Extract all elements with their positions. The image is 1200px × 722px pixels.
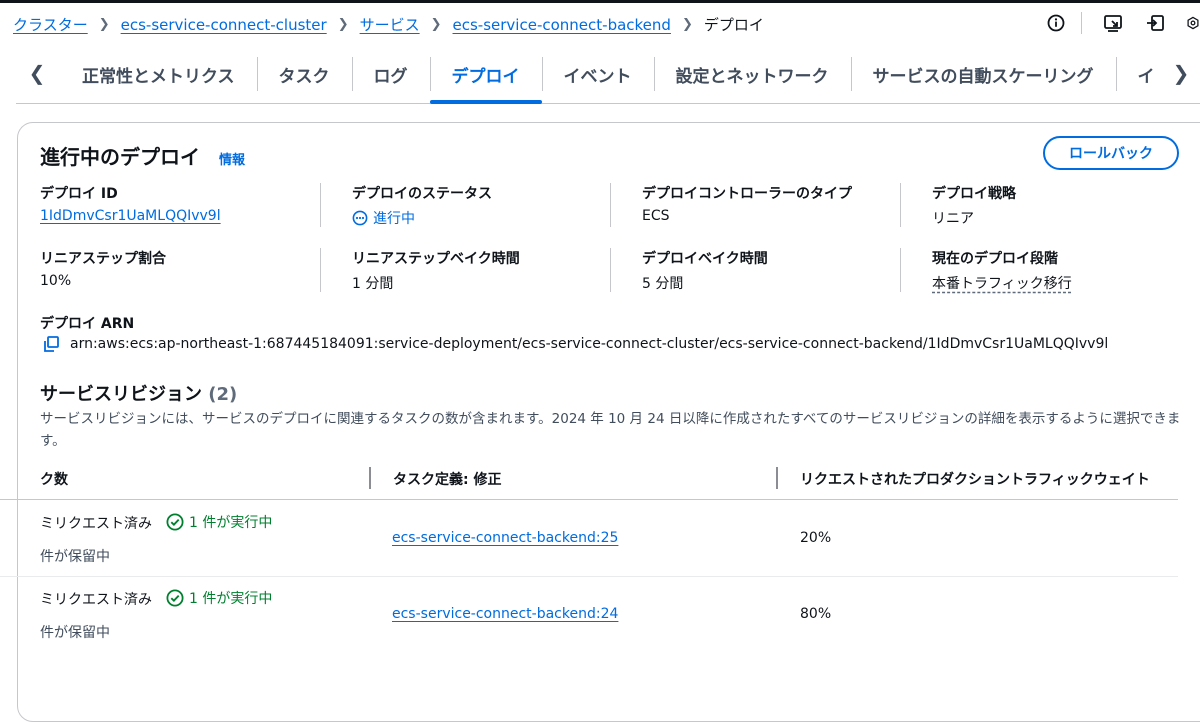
status-value: 進行中: [352, 208, 492, 228]
chevron-right-icon: ❯: [430, 17, 442, 32]
divider: [320, 183, 321, 227]
export-icon[interactable]: [1144, 12, 1166, 34]
task-def-link[interactable]: ecs-service-connect-backend:24: [392, 606, 618, 622]
screenshot-icon[interactable]: [1102, 12, 1124, 34]
top-icon-group: [1025, 12, 1200, 34]
info-icon[interactable]: [1045, 12, 1067, 34]
field-linear-step: リニアステップ割合 10%: [40, 248, 166, 289]
column-header-traffic-weight: リクエストされたプロダクショントラフィックウェイト: [800, 472, 1150, 488]
tab-more[interactable]: イ: [1115, 46, 1159, 103]
breadcrumb-clusters[interactable]: クラスター: [13, 14, 88, 35]
panel-title: 進行中のデプロイ: [40, 145, 200, 169]
field-label: リニアステップベイク時間: [352, 251, 520, 267]
divider: [1081, 12, 1082, 34]
tab-logs[interactable]: ログ: [351, 46, 430, 103]
breadcrumb-service[interactable]: ecs-service-connect-backend: [453, 16, 671, 34]
current-stage-value[interactable]: 本番トラフィック移行: [932, 273, 1072, 293]
divider: [320, 248, 321, 292]
chevron-left-icon[interactable]: ❮: [22, 58, 52, 88]
breadcrumb-services[interactable]: サービス: [360, 14, 420, 35]
row-divider: [0, 576, 1178, 577]
table-row-requested: ミリクエスト済み: [40, 592, 152, 608]
field-linear-bake: リニアステップベイク時間 1 分間: [352, 248, 520, 293]
arn-row: arn:aws:ecs:ap-northeast-1:687445184091:…: [42, 335, 1108, 353]
tab-deployments[interactable]: デプロイ: [429, 46, 542, 104]
field-label: デプロイ戦略: [932, 186, 1016, 202]
revisions-description: サービスリビジョンには、サービスのデプロイに関連するタスクの数が含まれます。20…: [40, 411, 1181, 449]
field-label: デプロイのステータス: [352, 186, 492, 202]
deployment-panel: 進行中のデプロイ 情報 ロールバック デプロイ ID 1IdDmvCsr1UaM…: [17, 122, 1200, 722]
tab-health-metrics[interactable]: 正常性とメトリクス: [60, 46, 257, 103]
divider: [610, 183, 611, 227]
arn-value: arn:aws:ecs:ap-northeast-1:687445184091:…: [70, 336, 1109, 352]
field-controller-type: デプロイコントローラーのタイプ ECS: [642, 183, 852, 224]
field-arn: デプロイ ARN: [40, 313, 134, 333]
field-label: 現在のデプロイ段階: [932, 251, 1058, 267]
revisions-title: サービスリビジョン: [40, 384, 202, 405]
rollback-button[interactable]: ロールバック: [1043, 136, 1179, 170]
field-label: デプロイベイク時間: [642, 251, 768, 267]
tab-autoscaling[interactable]: サービスの自動スケーリング: [850, 46, 1116, 103]
deploy-id-link[interactable]: 1IdDmvCsr1UaMLQQIvv9l: [40, 208, 221, 224]
divider: [900, 248, 901, 292]
chevron-right-icon: ❯: [337, 17, 349, 32]
check-circle-icon: [166, 513, 184, 531]
field-strategy: デプロイ戦略 リニア: [932, 183, 1016, 228]
chevron-right-icon[interactable]: ❯: [1166, 58, 1196, 88]
field-value: ECS: [642, 208, 670, 224]
column-header-tasks: ク数: [40, 472, 68, 488]
field-deploy-id: デプロイ ID 1IdDmvCsr1UaMLQQIvv9l: [40, 183, 221, 224]
tab-config-network[interactable]: 設定とネットワーク: [653, 46, 851, 103]
tab-bar: ❮ 正常性とメトリクス タスク ログ デプロイ イベント 設定とネットワーク サ…: [16, 46, 1200, 104]
chevron-right-icon: ❯: [98, 17, 110, 32]
breadcrumb: クラスター ❯ ecs-service-connect-cluster ❯ サー…: [13, 14, 764, 35]
task-def-link[interactable]: ecs-service-connect-backend:25: [392, 530, 618, 546]
status-text: 進行中: [373, 211, 415, 227]
divider: [900, 183, 901, 227]
field-label: デプロイ ARN: [40, 316, 135, 332]
field-label: リニアステップ割合: [40, 251, 166, 267]
field-label: デプロイコントローラーのタイプ: [642, 186, 852, 202]
copy-icon[interactable]: [42, 335, 60, 353]
running-text: 1 件が実行中: [189, 515, 273, 531]
revisions-count: (2): [208, 384, 238, 405]
tab-tasks[interactable]: タスク: [256, 46, 352, 103]
table-row-requested: ミリクエスト済み: [40, 516, 152, 532]
divider: [610, 248, 611, 292]
info-link[interactable]: 情報: [219, 149, 245, 168]
tab-events[interactable]: イベント: [541, 46, 654, 103]
header-divider: [0, 499, 1178, 500]
field-value: 1 分間: [352, 276, 394, 292]
chevron-right-icon: ❯: [681, 17, 693, 32]
field-current-stage: 現在のデプロイ段階 本番トラフィック移行: [932, 248, 1072, 293]
traffic-weight: 20%: [800, 530, 832, 546]
column-resizer[interactable]: [369, 467, 371, 489]
settings-icon[interactable]: [1186, 12, 1200, 34]
top-bar: クラスター ❯ ecs-service-connect-cluster ❯ サー…: [0, 0, 1200, 46]
tab-list: 正常性とメトリクス タスク ログ デプロイ イベント 設定とネットワーク サービ…: [60, 46, 1159, 104]
table-row-pending: 件が保留中: [40, 625, 110, 641]
column-header-task-def: タスク定義: 修正: [393, 472, 502, 488]
field-value: 5 分間: [642, 276, 684, 292]
table-row-pending: 件が保留中: [40, 549, 110, 565]
check-circle-icon: [166, 589, 184, 607]
field-value: 10%: [40, 273, 72, 289]
field-deploy-status: デプロイのステータス 進行中: [352, 183, 492, 228]
breadcrumb-cluster[interactable]: ecs-service-connect-cluster: [121, 16, 327, 34]
section-title: サービスリビジョン (2): [40, 380, 237, 406]
field-label: デプロイ ID: [40, 186, 118, 202]
field-value: リニア: [932, 211, 974, 227]
running-status: 1 件が実行中: [166, 512, 272, 532]
field-deploy-bake: デプロイベイク時間 5 分間: [642, 248, 768, 293]
breadcrumb-current: デプロイ: [703, 16, 764, 34]
running-status: 1 件が実行中: [166, 588, 272, 608]
traffic-weight: 80%: [800, 606, 832, 622]
running-text: 1 件が実行中: [189, 591, 273, 607]
in-progress-icon: [352, 210, 368, 226]
column-resizer[interactable]: [776, 467, 778, 489]
